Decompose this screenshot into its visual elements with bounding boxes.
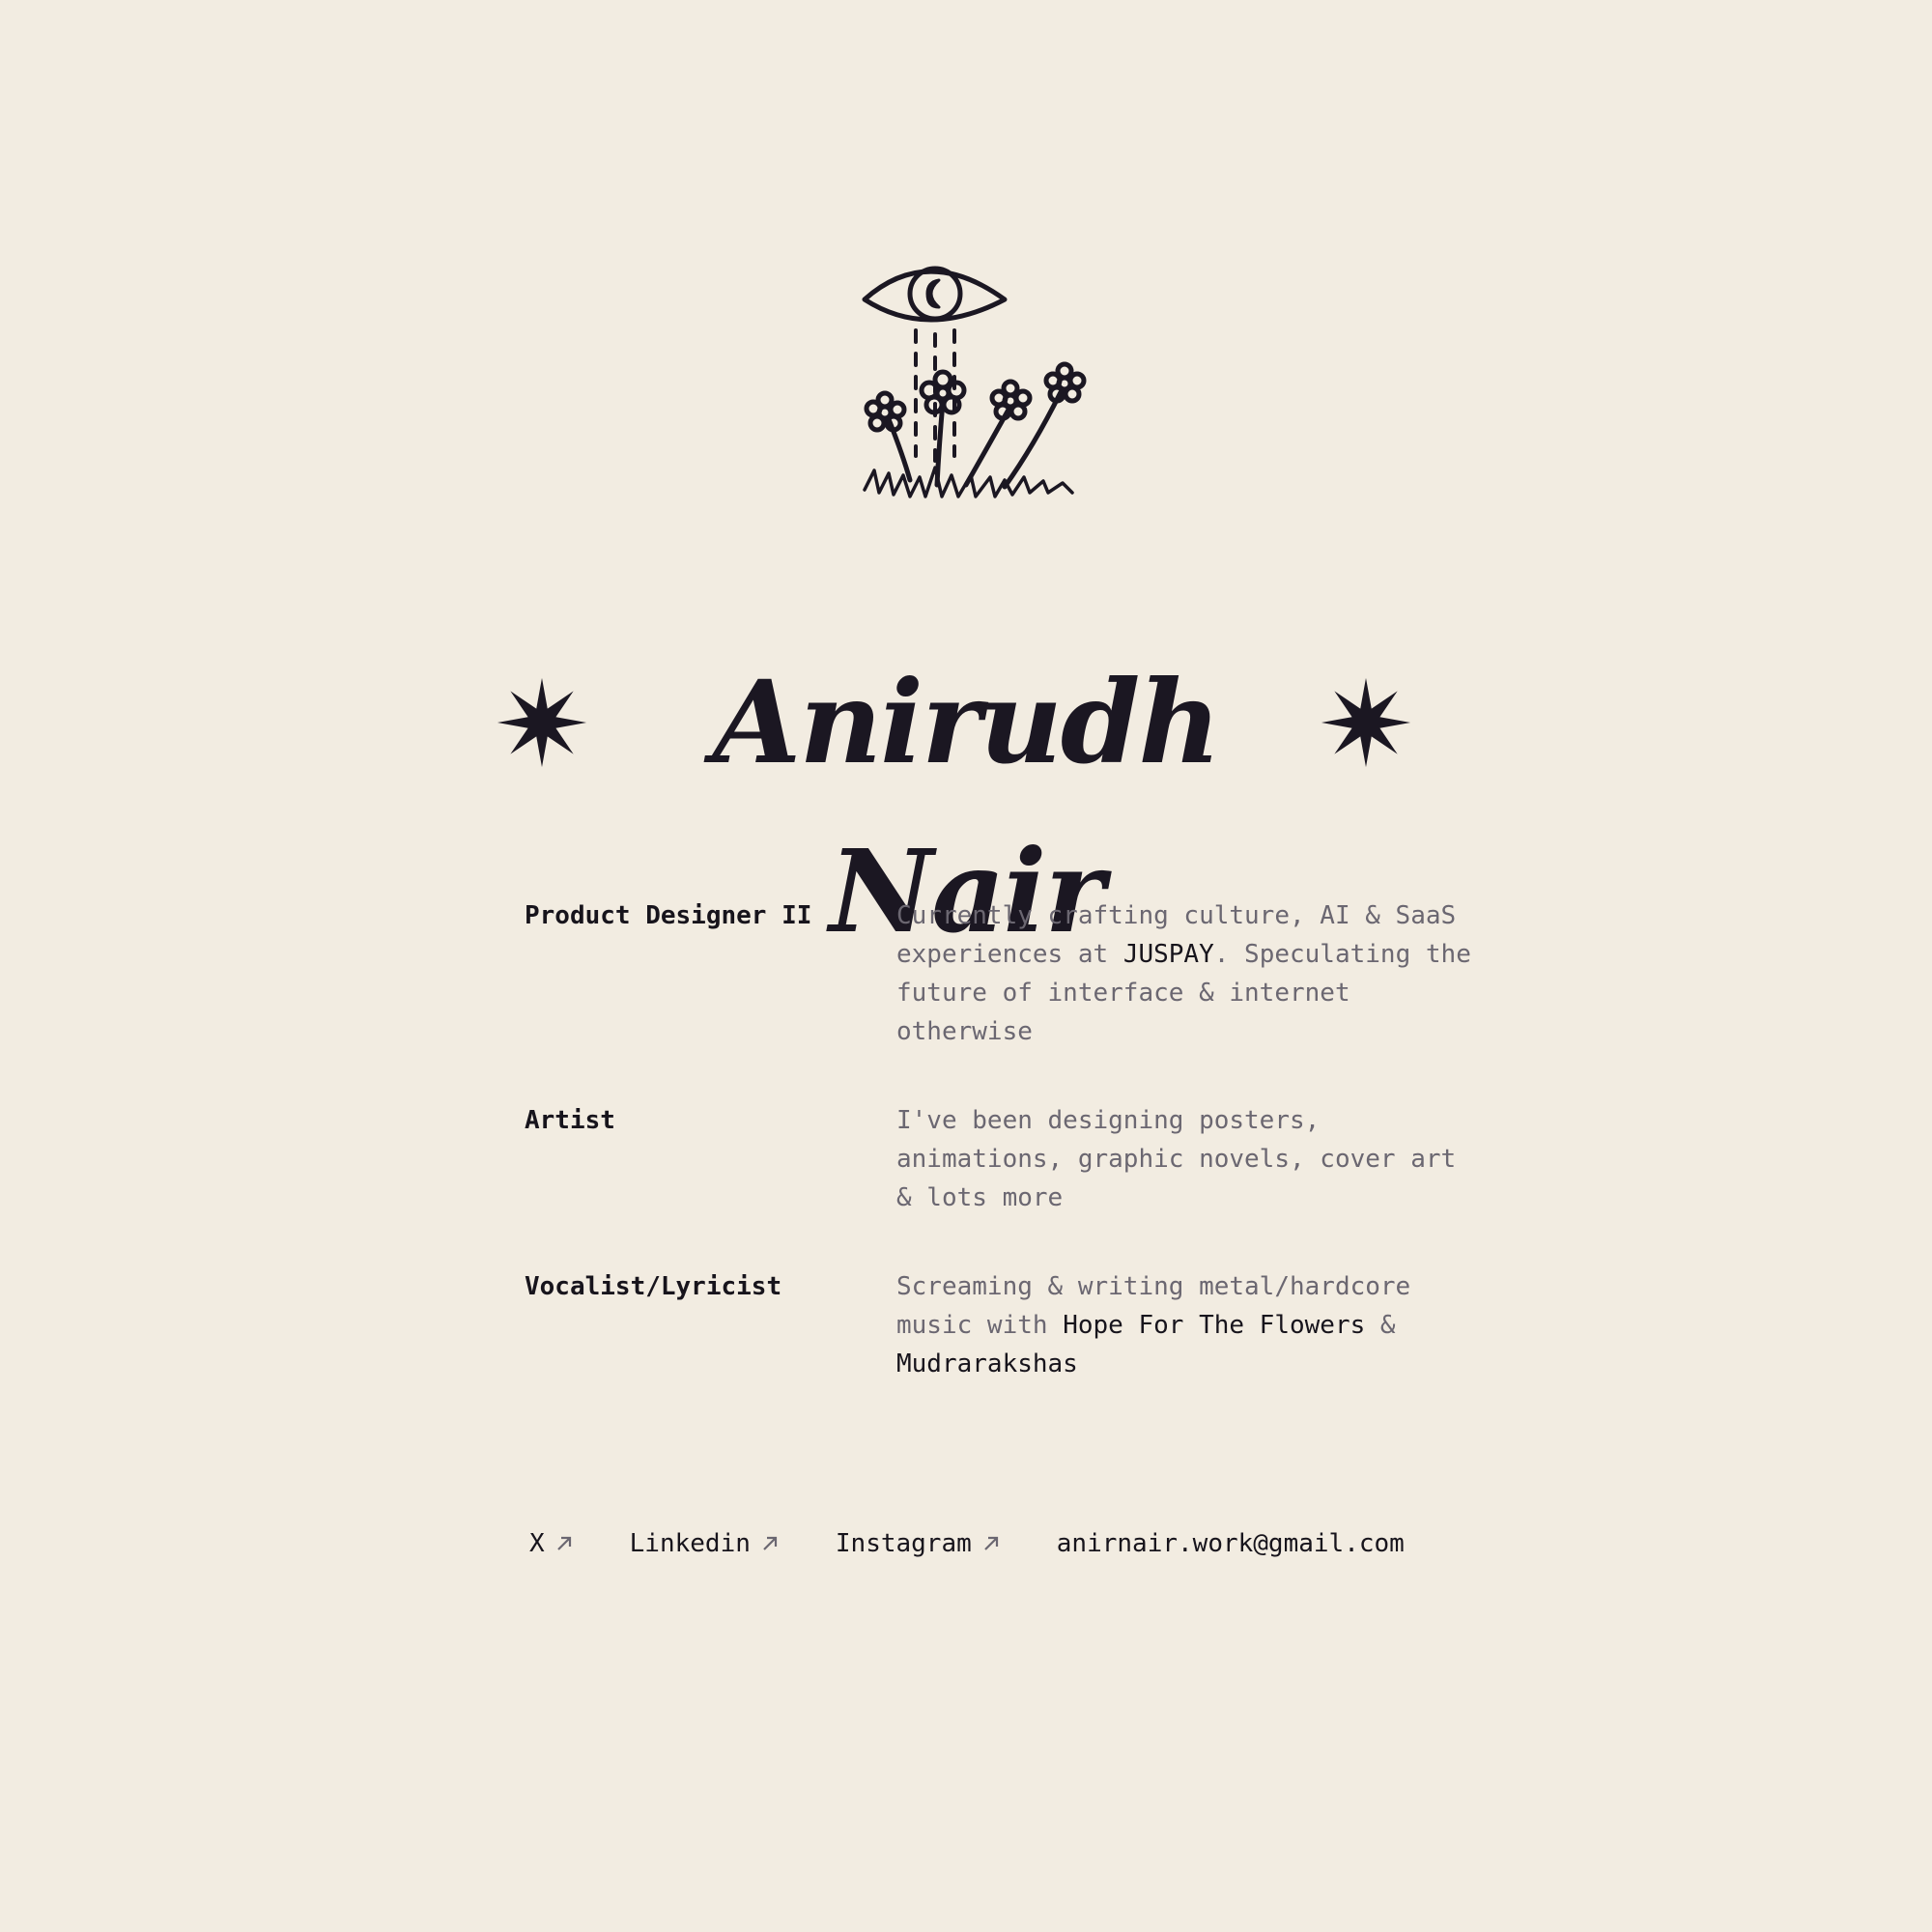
role-description-text: & bbox=[1365, 1311, 1396, 1340]
arrow-up-right-icon bbox=[556, 1536, 571, 1550]
instagram-link[interactable]: Instagram bbox=[836, 1524, 1001, 1563]
email-link[interactable]: anirnair.work@gmail.com bbox=[1057, 1524, 1405, 1563]
eye-flowers-icon bbox=[862, 266, 1087, 498]
eight-point-star-icon bbox=[497, 677, 587, 768]
eight-point-star-icon bbox=[1321, 677, 1411, 768]
site-title: Anirudh Nair bbox=[712, 655, 1221, 958]
linkedin-link[interactable]: Linkedin bbox=[630, 1524, 780, 1563]
role-title: Artist bbox=[525, 1106, 615, 1135]
arrow-up-right-icon bbox=[763, 1536, 777, 1550]
role-row-vocalist: Vocalist/Lyricist Screaming & writing me… bbox=[525, 1267, 1471, 1383]
role-title: Product Designer II bbox=[525, 901, 812, 930]
logo-illustration bbox=[850, 253, 1101, 506]
instagram-link-label: Instagram bbox=[835, 1529, 972, 1558]
role-row-artist: Artist I've been designing posters, anim… bbox=[525, 1101, 1471, 1217]
x-link-label: X bbox=[529, 1529, 545, 1558]
role-description: I've been designing posters, animations,… bbox=[896, 1106, 1457, 1212]
role-description: Currently crafting culture, AI & SaaS ex… bbox=[896, 896, 1471, 1051]
social-links: X Linkedin Instagram anirnair.work@gmail… bbox=[529, 1524, 1461, 1563]
arrow-up-right-icon bbox=[984, 1536, 998, 1550]
roles-list: Product Designer II Currently crafting c… bbox=[525, 896, 1471, 1434]
role-description: Screaming & writing metal/hardcore music… bbox=[896, 1267, 1471, 1383]
juspay-link[interactable]: JUSPAY bbox=[1123, 940, 1214, 969]
linkedin-link-label: Linkedin bbox=[629, 1529, 751, 1558]
mudrarakshas-link[interactable]: Mudrarakshas bbox=[896, 1350, 1078, 1378]
role-title: Vocalist/Lyricist bbox=[525, 1272, 782, 1301]
x-link[interactable]: X bbox=[529, 1524, 574, 1563]
role-row-product-designer: Product Designer II Currently crafting c… bbox=[525, 896, 1471, 1051]
hero-title-row: Anirudh Nair bbox=[0, 638, 1932, 958]
hope-for-the-flowers-link[interactable]: Hope For The Flowers bbox=[1063, 1311, 1365, 1340]
